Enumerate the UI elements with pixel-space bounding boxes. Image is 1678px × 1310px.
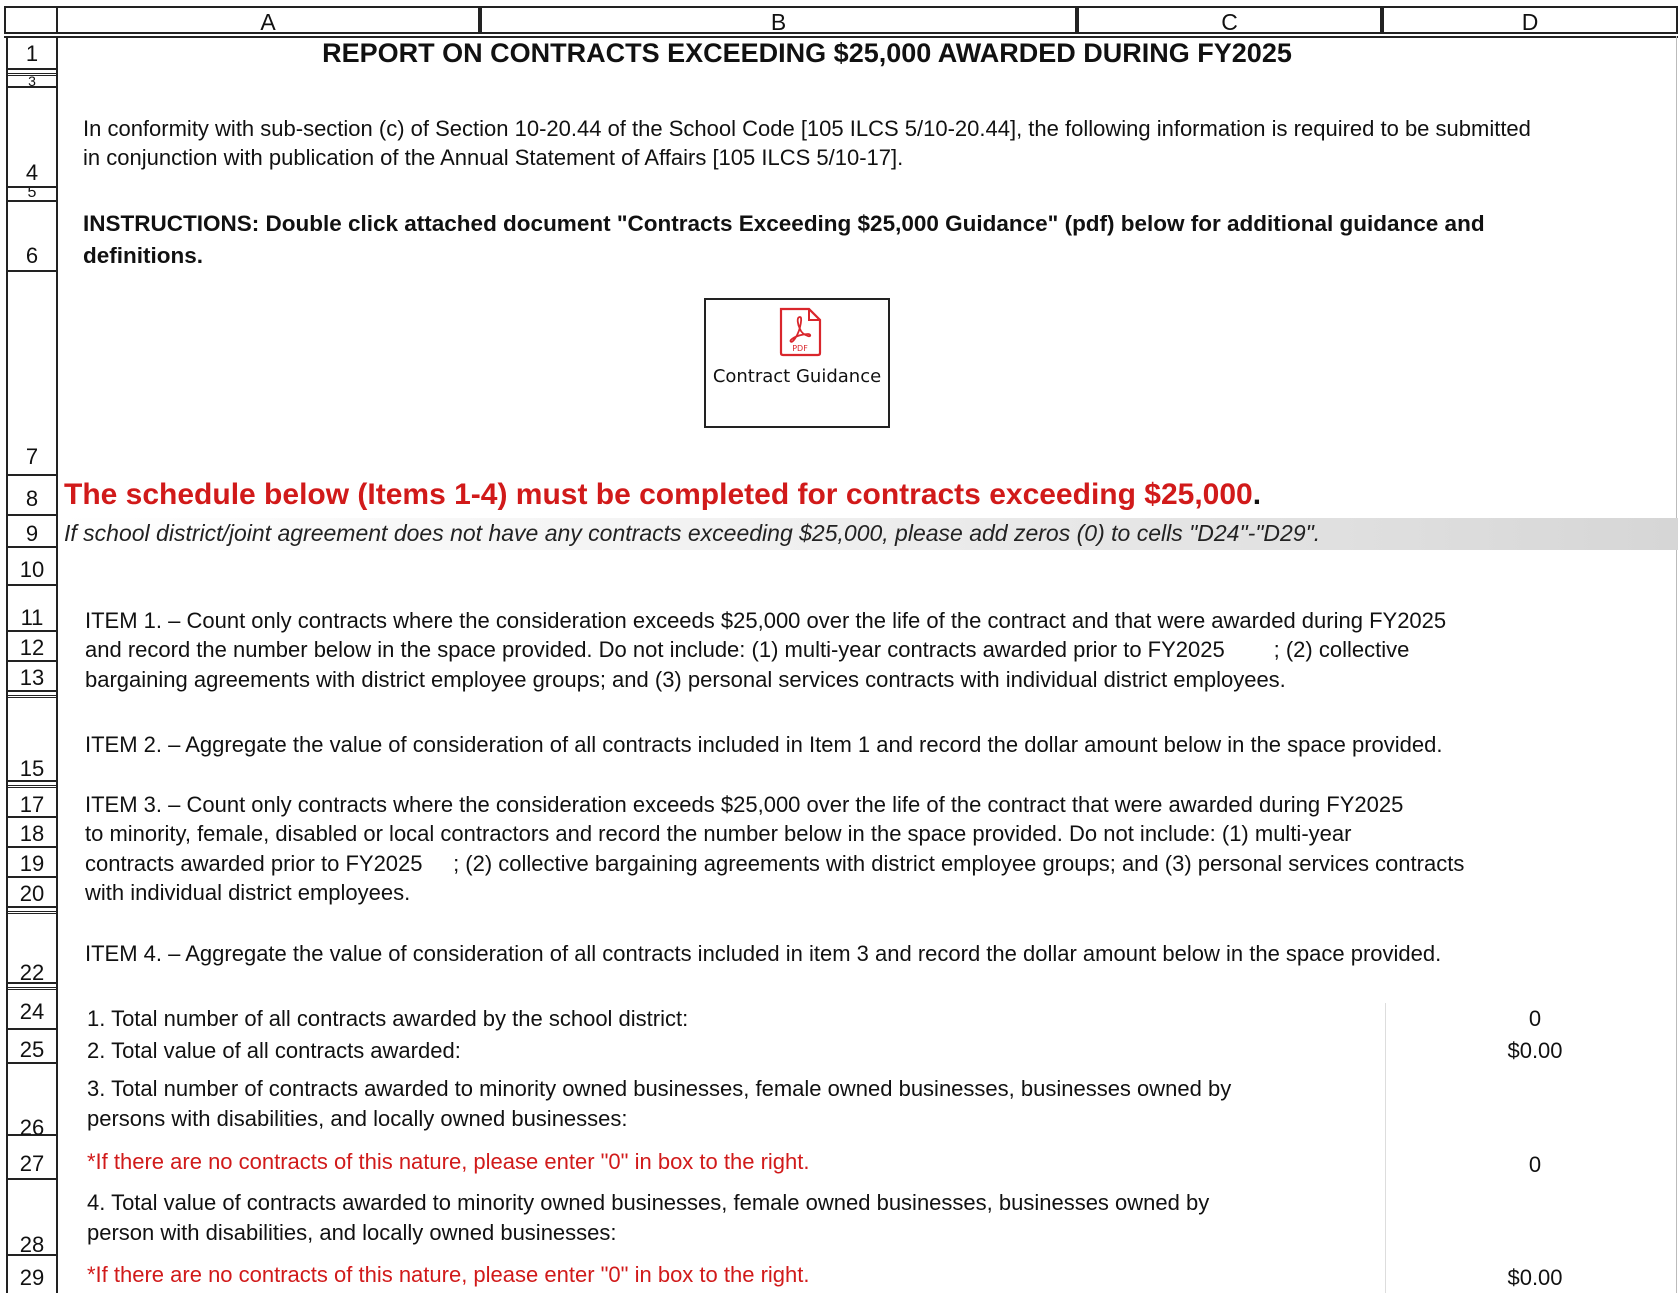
- row-header-4[interactable]: 4: [6, 88, 58, 188]
- d29-minority-value-input[interactable]: $0.00: [1385, 1265, 1678, 1291]
- question-3-note: *If there are no contracts of this natur…: [87, 1149, 810, 1174]
- column-header-a[interactable]: A: [58, 6, 480, 35]
- row-header-1[interactable]: 1: [6, 38, 58, 70]
- row-header-12[interactable]: 12: [6, 632, 58, 662]
- row-header-13[interactable]: 13: [6, 662, 58, 692]
- report-title: REPORT ON CONTRACTS EXCEEDING $25,000 AW…: [322, 38, 1292, 68]
- d25-total-value-input[interactable]: $0.00: [1385, 1038, 1678, 1064]
- row-header-9[interactable]: 9: [6, 516, 58, 548]
- row-header-18[interactable]: 18: [6, 818, 58, 848]
- question-3-line-1: 3. Total number of contracts awarded to …: [87, 1076, 1232, 1101]
- row-header-6[interactable]: 6: [6, 202, 58, 272]
- intro-line-1: In conformity with sub-section (c) of Se…: [83, 116, 1531, 141]
- item3-line-2: to minority, female, disabled or local c…: [85, 821, 1352, 846]
- row-header-26[interactable]: 26: [6, 1064, 58, 1140]
- question-2: 2. Total value of all contracts awarded:: [87, 1038, 461, 1063]
- question-3-line-2: persons with disabilities, and locally o…: [87, 1106, 628, 1131]
- row-header-24[interactable]: 24: [6, 990, 58, 1030]
- question-4-line-1: 4. Total value of contracts awarded to m…: [87, 1190, 1210, 1215]
- column-header-d[interactable]: D: [1382, 6, 1678, 35]
- row-header-8[interactable]: 8: [6, 476, 58, 516]
- schedule-notice-text: The schedule below (Items 1-4) must be c…: [64, 478, 1253, 511]
- select-all-corner[interactable]: [4, 6, 58, 34]
- row-header-28[interactable]: 28: [6, 1180, 58, 1257]
- item3-line-3: contracts awarded prior to FY2025 ; (2) …: [85, 851, 1465, 876]
- pdf-icon-text: PDF: [792, 344, 808, 353]
- pdf-icon: PDF: [779, 307, 822, 357]
- item2-text: ITEM 2. – Aggregate the value of conside…: [85, 732, 1443, 757]
- question-4-line-2: person with disabilities, and locally ow…: [87, 1220, 617, 1245]
- row-header-19[interactable]: 19: [6, 848, 58, 878]
- item3-line-1: ITEM 3. – Count only contracts where the…: [85, 792, 1404, 817]
- row-header-11[interactable]: 11: [6, 586, 58, 632]
- row-header-22[interactable]: 22: [6, 914, 58, 985]
- row-header-17[interactable]: 17: [6, 788, 58, 818]
- row-header-7[interactable]: 7: [6, 272, 58, 476]
- column-header-c[interactable]: C: [1077, 6, 1382, 35]
- row-header-5[interactable]: 5: [6, 188, 58, 202]
- row-header-15[interactable]: 15: [6, 698, 58, 782]
- d27-minority-count-input[interactable]: 0: [1385, 1152, 1678, 1178]
- item4-text: ITEM 4. – Aggregate the value of conside…: [85, 941, 1442, 966]
- zeros-note: If school district/joint agreement does …: [64, 520, 1321, 546]
- row-header-25[interactable]: 25: [6, 1030, 58, 1064]
- d24-total-contracts-input[interactable]: 0: [1385, 1006, 1678, 1032]
- column-header-b[interactable]: B: [480, 6, 1077, 35]
- instructions-line-2: definitions.: [83, 243, 203, 268]
- item3-line-4: with individual district employees.: [85, 880, 411, 905]
- item1-line-2: and record the number below in the space…: [85, 637, 1410, 662]
- item1-line-1: ITEM 1. – Count only contracts where the…: [85, 608, 1447, 633]
- spreadsheet: A B C D 1 3 4 5 6 7 8 9 10 11 12 13 15 1…: [0, 0, 1678, 1293]
- question-1: 1. Total number of all contracts awarded…: [87, 1006, 689, 1031]
- contract-guidance-attachment[interactable]: PDF Contract Guidance: [704, 298, 890, 428]
- row-header-10[interactable]: 10: [6, 548, 58, 586]
- question-4-note: *If there are no contracts of this natur…: [87, 1262, 810, 1287]
- item1-line-3: bargaining agreements with district empl…: [85, 667, 1286, 692]
- instructions-line-1: INSTRUCTIONS: Double click attached docu…: [83, 211, 1485, 236]
- row-header-3[interactable]: 3: [6, 76, 58, 88]
- schedule-notice: The schedule below (Items 1-4) must be c…: [64, 478, 1261, 512]
- schedule-notice-period: .: [1252, 478, 1262, 511]
- attachment-label: Contract Guidance: [712, 366, 882, 387]
- row-header-27[interactable]: 27: [6, 1136, 58, 1180]
- row-header-20[interactable]: 20: [6, 878, 58, 908]
- row-header-29[interactable]: 29: [6, 1256, 58, 1293]
- intro-line-2: in conjunction with publication of the A…: [83, 145, 904, 170]
